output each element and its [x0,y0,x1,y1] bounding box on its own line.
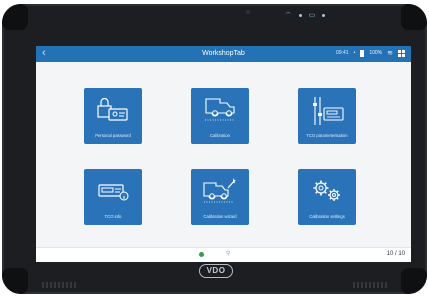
page-indicator: 10 / 10 [386,251,405,257]
corner-bumper [401,268,427,294]
vdo-logo: VDO [199,264,233,278]
wifi-icon: ≋ [387,50,393,57]
hardware-indicators: ⌔ ▭ [285,12,326,19]
tile-calibration[interactable]: Calibration [191,88,249,144]
power-led-icon [298,14,302,17]
tile-label: Calibration settings [309,214,345,219]
corner-bumper [2,4,28,30]
status-separator-icon: • [353,50,356,56]
battery-led-icon: ▭ [308,12,316,19]
wifi-led-icon: ⌔ [285,12,292,19]
app-grid-icon[interactable] [398,49,405,57]
speaker-grille [353,282,387,288]
tile-label: TCO info [104,214,122,219]
tile-label: Calibration wizard [203,214,237,219]
tile-label: Personal password [95,133,131,138]
gears-icon [313,180,340,201]
tile-label: Calibration [209,133,231,138]
bottom-bar: ⚲ 10 / 10 [36,247,411,262]
status-led-icon [322,14,326,17]
status-time: 09:41 [336,50,349,56]
sliders-device-icon [313,97,344,125]
lock-card-icon [97,97,128,121]
tachograph-info-icon [98,184,129,201]
tile-calibration-settings[interactable]: Calibration settings [298,169,356,225]
battery-icon [360,49,365,57]
corner-bumper [2,268,28,294]
status-bar: 09:41 • 100% ≋ [336,49,405,57]
tile-calibration-wizard[interactable]: Calibration wizard [191,169,249,225]
corner-bumper [401,4,427,30]
tile-label: TCO parameterisation [306,133,348,138]
tile-tco-info[interactable]: TCO info [84,169,142,225]
tile-tco-parameterisation[interactable]: TCO parameterisation [298,88,356,144]
truck-sensor-icon [205,98,235,121]
speaker-grille [42,282,76,288]
app-header: ‹ WorkshopTab 09:41 • 100% ≋ [36,46,411,62]
key-icon: ⚲ [226,251,231,257]
connection-status-icon [199,252,204,257]
truck-wand-icon [203,178,236,203]
camera-lens [246,10,250,14]
battery-percent: 100% [369,50,383,56]
tile-personal-password[interactable]: Personal password [84,88,142,144]
tablet-screen: ‹ WorkshopTab 09:41 • 100% ≋ Personal pa… [36,46,411,262]
